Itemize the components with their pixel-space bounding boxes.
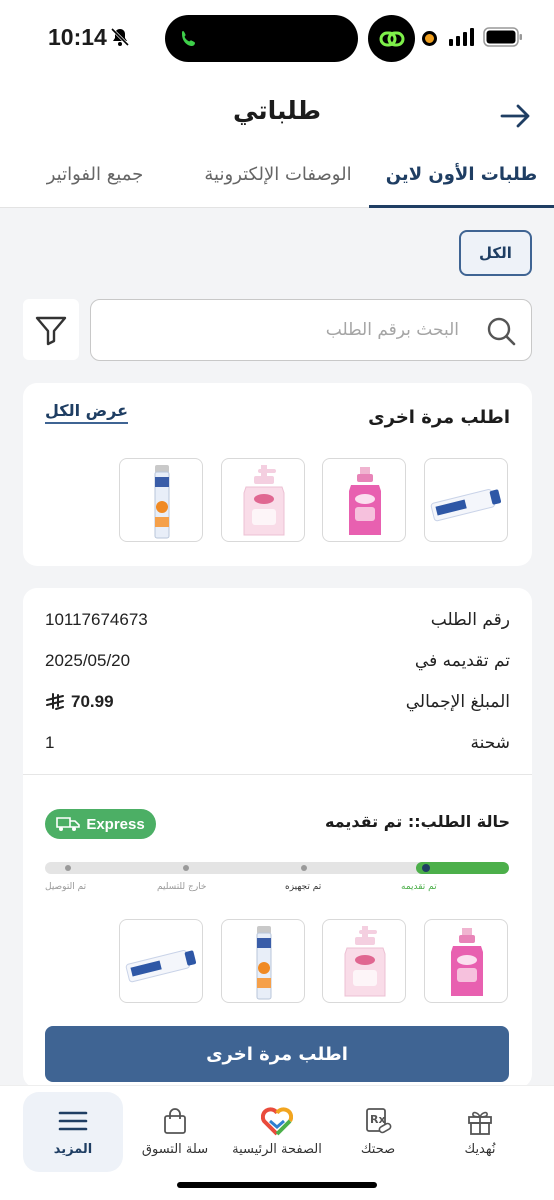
product-thumbnail[interactable] <box>424 919 508 1003</box>
privacy-indicator <box>422 31 437 46</box>
lotion-bottle-image <box>344 926 386 997</box>
step-dot <box>422 864 430 872</box>
express-label: Express <box>86 815 145 833</box>
shampoo-bottle-image <box>451 928 483 996</box>
product-thumbnail[interactable] <box>424 458 508 542</box>
tab-label: الوصفات الإلكترونية <box>204 164 352 185</box>
bell-muted-icon <box>110 27 130 47</box>
step-dot <box>301 865 307 871</box>
step-label-delivered: تم التوصيل <box>45 882 87 892</box>
gift-icon <box>468 1111 492 1135</box>
order-progress-bar <box>45 862 509 874</box>
divider <box>23 774 532 775</box>
nav-health[interactable]: Rx صحتك <box>328 1092 428 1172</box>
express-badge: Express <box>45 809 156 839</box>
funnel-icon <box>35 316 67 345</box>
nav-label: صحتك <box>360 1142 396 1157</box>
cellular-signal-icon <box>449 28 474 46</box>
step-label-submitted: تم تقديمه <box>401 882 437 892</box>
search-icon[interactable] <box>485 315 517 347</box>
total-amount-value: 70.99 <box>71 692 114 711</box>
app-indicator <box>368 15 415 62</box>
product-thumbnail[interactable] <box>322 919 406 1003</box>
nav-label: المزيد <box>53 1142 93 1157</box>
vitamin-tube-image <box>256 926 272 1000</box>
search-bar <box>90 299 532 361</box>
order-number-value: 10117674673 <box>45 610 148 629</box>
mustela-cream-image <box>430 489 502 522</box>
reorder-button[interactable]: اطلب مرة اخرى <box>45 1026 509 1082</box>
tab-online-orders[interactable]: طلبات الأون لاين <box>369 154 554 208</box>
step-dot <box>183 865 189 871</box>
menu-icon <box>58 1111 88 1131</box>
page-header: طلباتي طلبات الأون لاين الوصفات الإلكترو… <box>0 76 554 208</box>
total-amount-label: المبلغ الإجمالي <box>405 692 510 712</box>
total-amount: 70.99 <box>45 692 114 712</box>
nav-label: نُهديك <box>464 1142 496 1157</box>
view-all-link[interactable]: عرض الكل <box>45 401 129 424</box>
search-input[interactable] <box>91 300 471 359</box>
mustela-cream-image <box>125 950 197 983</box>
tab-all-invoices[interactable]: جميع الفواتير <box>10 154 180 208</box>
reorder-title: اطلب مرة اخرى <box>368 407 510 428</box>
progress-fill <box>416 862 509 874</box>
nav-gifts[interactable]: نُهديك <box>430 1092 530 1172</box>
filter-chip-all[interactable]: الكل <box>459 230 532 276</box>
order-card: رقم الطلب 10117674673 تم تقديمه في 2025/… <box>23 588 532 1088</box>
product-thumbnail[interactable] <box>221 458 305 542</box>
step-label-out-for-delivery: خارج للتسليم <box>157 882 207 892</box>
nav-cart[interactable]: سلة التسوق <box>125 1092 225 1172</box>
riyal-currency-icon <box>46 693 64 710</box>
shipment-label: شحنة <box>470 733 510 753</box>
submitted-date-value: 2025/05/20 <box>45 651 131 670</box>
prescription-icon: Rx <box>366 1108 392 1134</box>
step-label-prepared: تم تجهيزه <box>285 882 322 892</box>
clock: 10:14 <box>48 24 107 50</box>
nav-label: سلة التسوق <box>141 1142 209 1157</box>
tab-label: جميع الفواتير <box>46 164 144 185</box>
tab-label: طلبات الأون لاين <box>385 164 538 185</box>
shipment-value: 1 <box>45 733 55 752</box>
product-thumbnail[interactable] <box>221 919 305 1003</box>
battery-icon <box>483 27 522 47</box>
phone-call-icon <box>182 31 195 46</box>
reorder-card: اطلب مرة اخرى عرض الكل <box>23 383 532 566</box>
tab-bar: طلبات الأون لاين الوصفات الإلكترونية جمي… <box>0 154 554 208</box>
back-arrow-icon[interactable] <box>500 102 532 130</box>
nav-home[interactable]: الصفحة الرئيسية <box>227 1092 327 1172</box>
product-thumbnail[interactable] <box>119 919 203 1003</box>
link-app-icon <box>379 31 404 46</box>
nav-more[interactable]: المزيد <box>23 1092 123 1172</box>
step-dot <box>65 865 71 871</box>
nav-label: الصفحة الرئيسية <box>232 1142 322 1157</box>
tab-e-prescriptions[interactable]: الوصفات الإلكترونية <box>188 154 368 208</box>
product-thumbnail[interactable] <box>322 458 406 542</box>
home-logo-icon <box>261 1107 293 1136</box>
shampoo-bottle-image <box>349 467 381 535</box>
filter-button[interactable] <box>23 299 79 360</box>
delivery-truck-icon <box>56 817 81 831</box>
home-indicator <box>177 1182 377 1188</box>
vitamin-tube-image <box>154 465 170 539</box>
status-bar: 10:14 <box>0 0 554 76</box>
page-title: طلباتي <box>232 96 322 125</box>
submitted-date-label: تم تقديمه في <box>414 651 510 671</box>
bag-icon <box>164 1108 186 1134</box>
order-number-label: رقم الطلب <box>430 610 510 630</box>
svg-text:Rx: Rx <box>370 1113 386 1126</box>
order-status: حالة الطلب:: تم تقديمه <box>324 812 510 831</box>
lotion-bottle-image <box>243 465 285 536</box>
product-thumbnail[interactable] <box>119 458 203 542</box>
